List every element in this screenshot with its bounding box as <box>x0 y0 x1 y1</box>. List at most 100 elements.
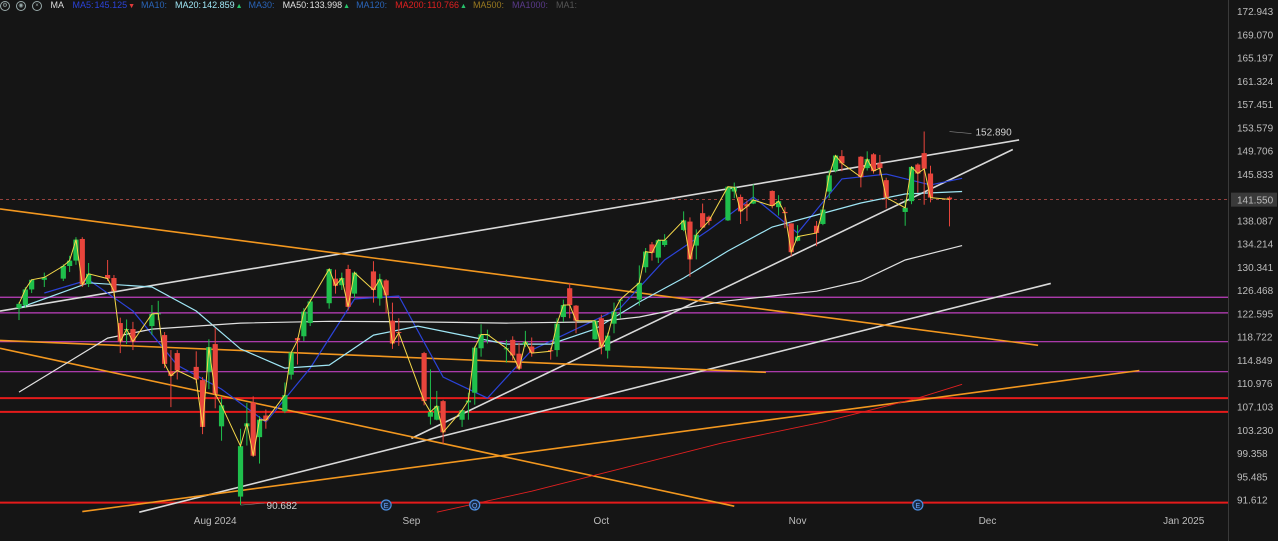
legend-item-ma50[interactable]: MA50:133.998▲ <box>283 0 351 10</box>
price-axis-tick: 103.230 <box>1237 426 1274 437</box>
series-ma200-line <box>436 383 963 513</box>
legend-value: 110.766 <box>427 0 459 10</box>
event-marker-symbol: E <box>384 503 389 510</box>
event-marker-symbol: E <box>915 503 920 510</box>
candle-body <box>554 323 560 351</box>
time-axis-label: Nov <box>789 516 807 527</box>
event-marker-symbol: Q <box>472 503 478 510</box>
candle-body <box>725 186 731 221</box>
candle-body <box>427 411 434 417</box>
price-axis-tick: 145.833 <box>1237 170 1274 181</box>
price-axis-tick: 114.849 <box>1237 356 1273 367</box>
candle-body <box>902 207 908 212</box>
legend-label: MA200: <box>395 0 427 10</box>
candle-body <box>301 311 307 337</box>
price-axis-tick: 110.976 <box>1237 379 1273 390</box>
legend-item-ma200[interactable]: MA200:110.766▲ <box>395 0 467 10</box>
series-ma50-line <box>18 245 963 393</box>
candle-body <box>67 260 73 267</box>
legend-arrow: ▲ <box>343 3 351 10</box>
candle-body <box>921 153 927 169</box>
price-axis-tick: 153.579 <box>1237 123 1274 134</box>
legend-item-ma120[interactable]: MA120: <box>356 0 389 10</box>
event-marker-q-icon[interactable]: Q <box>469 499 481 511</box>
time-axis-label: Sep <box>403 516 421 527</box>
candle-body <box>212 344 218 394</box>
legend-item-ma20[interactable]: MA20:142.859▲ <box>175 0 243 10</box>
event-marker-e-icon[interactable]: E <box>912 499 924 511</box>
price-axis-tick: 161.324 <box>1237 77 1274 88</box>
legend-label: MA20: <box>175 0 202 10</box>
candle-body <box>16 303 22 309</box>
indicator-legend: ⚙ ◉ × MA MA5:145.125▼ MA10: MA20:142.859▲ MA3… <box>0 0 1228 14</box>
high-label-leader <box>949 131 972 134</box>
time-axis-label: Dec <box>979 516 997 527</box>
eye-icon[interactable]: ◉ <box>16 0 26 11</box>
legend-title: MA <box>50 0 65 10</box>
price-axis-tick: 172.943 <box>1237 7 1274 18</box>
candle-body <box>193 366 199 380</box>
price-axis-tick: 165.197 <box>1237 54 1274 65</box>
settings-icon[interactable]: ⚙ <box>0 0 10 11</box>
time-axis-label: Jan 2025 <box>1163 516 1205 527</box>
price-chart[interactable]: 152.890 90.682 E Q E Aug 2024 Sep Oct Nov Dec Jan … <box>0 0 1278 541</box>
event-marker-e-icon[interactable]: E <box>380 499 392 511</box>
low-price-label: 90.682 <box>267 501 298 512</box>
legend-label: MA1000: <box>511 0 548 10</box>
price-axis-tick: 138.087 <box>1237 216 1274 227</box>
candle-body <box>877 163 883 169</box>
legend-label: MA5: <box>72 0 94 10</box>
candle-body <box>605 335 611 351</box>
price-axis[interactable]: 172.943 169.070 165.197 161.324 157.451 153.5… <box>1228 0 1278 541</box>
price-axis-tick: 99.358 <box>1237 449 1268 460</box>
candle-body <box>421 353 427 402</box>
legend-label: MA120: <box>356 0 388 10</box>
time-axis-label: Aug 2024 <box>194 516 237 527</box>
candle-body <box>598 318 604 348</box>
price-axis-tick: 149.706 <box>1237 147 1274 158</box>
price-axis-tick: 157.451 <box>1237 100 1274 111</box>
candle-body <box>567 288 573 306</box>
legend-label: MA10: <box>141 0 168 10</box>
legend-arrow: ▼ <box>128 3 136 10</box>
price-axis-tick: 169.070 <box>1237 30 1274 41</box>
candle-body <box>858 156 864 178</box>
candle-body <box>573 305 579 321</box>
legend-label: MA30: <box>248 0 275 10</box>
candle-body <box>60 266 66 279</box>
candle-body <box>174 353 180 371</box>
price-axis-tick: 95.485 <box>1237 472 1268 483</box>
legend-item-ma1000[interactable]: MA1000: <box>512 0 550 10</box>
candle-body <box>111 278 117 292</box>
price-axis-tick: 118.722 <box>1237 333 1273 344</box>
trend-line <box>0 208 1039 347</box>
legend-item-ma1[interactable]: MA1: <box>556 0 579 10</box>
candle-body <box>237 446 244 497</box>
candle-body <box>636 282 642 300</box>
legend-item-ma5[interactable]: MA5:145.125▼ <box>73 0 136 10</box>
candle-body <box>440 401 446 433</box>
price-axis-tick: 130.341 <box>1237 263 1274 274</box>
candle-body <box>478 334 484 349</box>
legend-item-ma10[interactable]: MA10: <box>141 0 169 10</box>
legend-value: 145.125 <box>94 0 128 10</box>
trend-line <box>0 339 766 374</box>
legend-item-ma30[interactable]: MA30: <box>249 0 277 10</box>
high-price-label: 152.890 <box>975 128 1012 139</box>
price-axis-tick: 107.103 <box>1237 403 1274 414</box>
candle-body <box>86 273 92 285</box>
candle-body <box>472 347 478 393</box>
candle-body <box>345 269 351 307</box>
legend-arrow: ▲ <box>235 3 243 10</box>
price-axis-tick: 134.214 <box>1237 240 1274 251</box>
close-icon[interactable]: × <box>32 0 42 11</box>
candle-body <box>79 238 85 285</box>
legend-label: MA50: <box>282 0 309 10</box>
price-axis-tick: 122.595 <box>1237 309 1274 320</box>
legend-item-ma500[interactable]: MA500: <box>473 0 506 10</box>
legend-label: MA500: <box>472 0 504 10</box>
candle-body <box>22 289 28 306</box>
candle-body <box>769 190 775 206</box>
legend-items: MA5:145.125▼ MA10: MA20:142.859▲ MA30: MA50:… <box>73 0 585 10</box>
candle-body <box>839 156 845 164</box>
